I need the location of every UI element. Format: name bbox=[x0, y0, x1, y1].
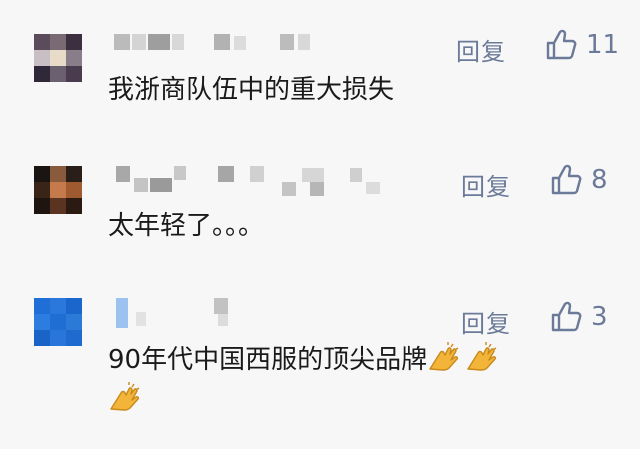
comment-text: 90年代中国西服的顶尖品牌 bbox=[108, 345, 428, 375]
clapping-hands-icon bbox=[467, 342, 497, 371]
like-count: 8 bbox=[591, 165, 608, 195]
comment-text: 我浙商队伍中的重大损失 bbox=[108, 75, 395, 105]
comment-text-block: 90年代中国西服的顶尖品牌 bbox=[108, 340, 608, 420]
avatar[interactable] bbox=[34, 298, 82, 346]
like-button[interactable]: 3 bbox=[549, 300, 608, 334]
reply-button[interactable]: 回复 bbox=[456, 32, 506, 67]
clapping-hands-icon bbox=[110, 382, 140, 411]
like-count: 3 bbox=[591, 302, 608, 332]
like-count: 11 bbox=[586, 30, 620, 60]
reply-button[interactable]: 回复 bbox=[461, 304, 511, 339]
avatar[interactable] bbox=[34, 166, 82, 214]
reply-button[interactable]: 回复 bbox=[461, 167, 511, 202]
clapping-hands-icon bbox=[429, 342, 459, 371]
avatar[interactable] bbox=[34, 34, 82, 82]
thumbs-up-icon bbox=[546, 29, 577, 60]
thumbs-up-icon bbox=[551, 301, 582, 332]
like-button[interactable]: 11 bbox=[544, 28, 619, 62]
thumbs-up-icon bbox=[551, 164, 582, 195]
like-button[interactable]: 8 bbox=[549, 163, 608, 197]
comment-text: 太年轻了。。。 bbox=[108, 211, 265, 241]
